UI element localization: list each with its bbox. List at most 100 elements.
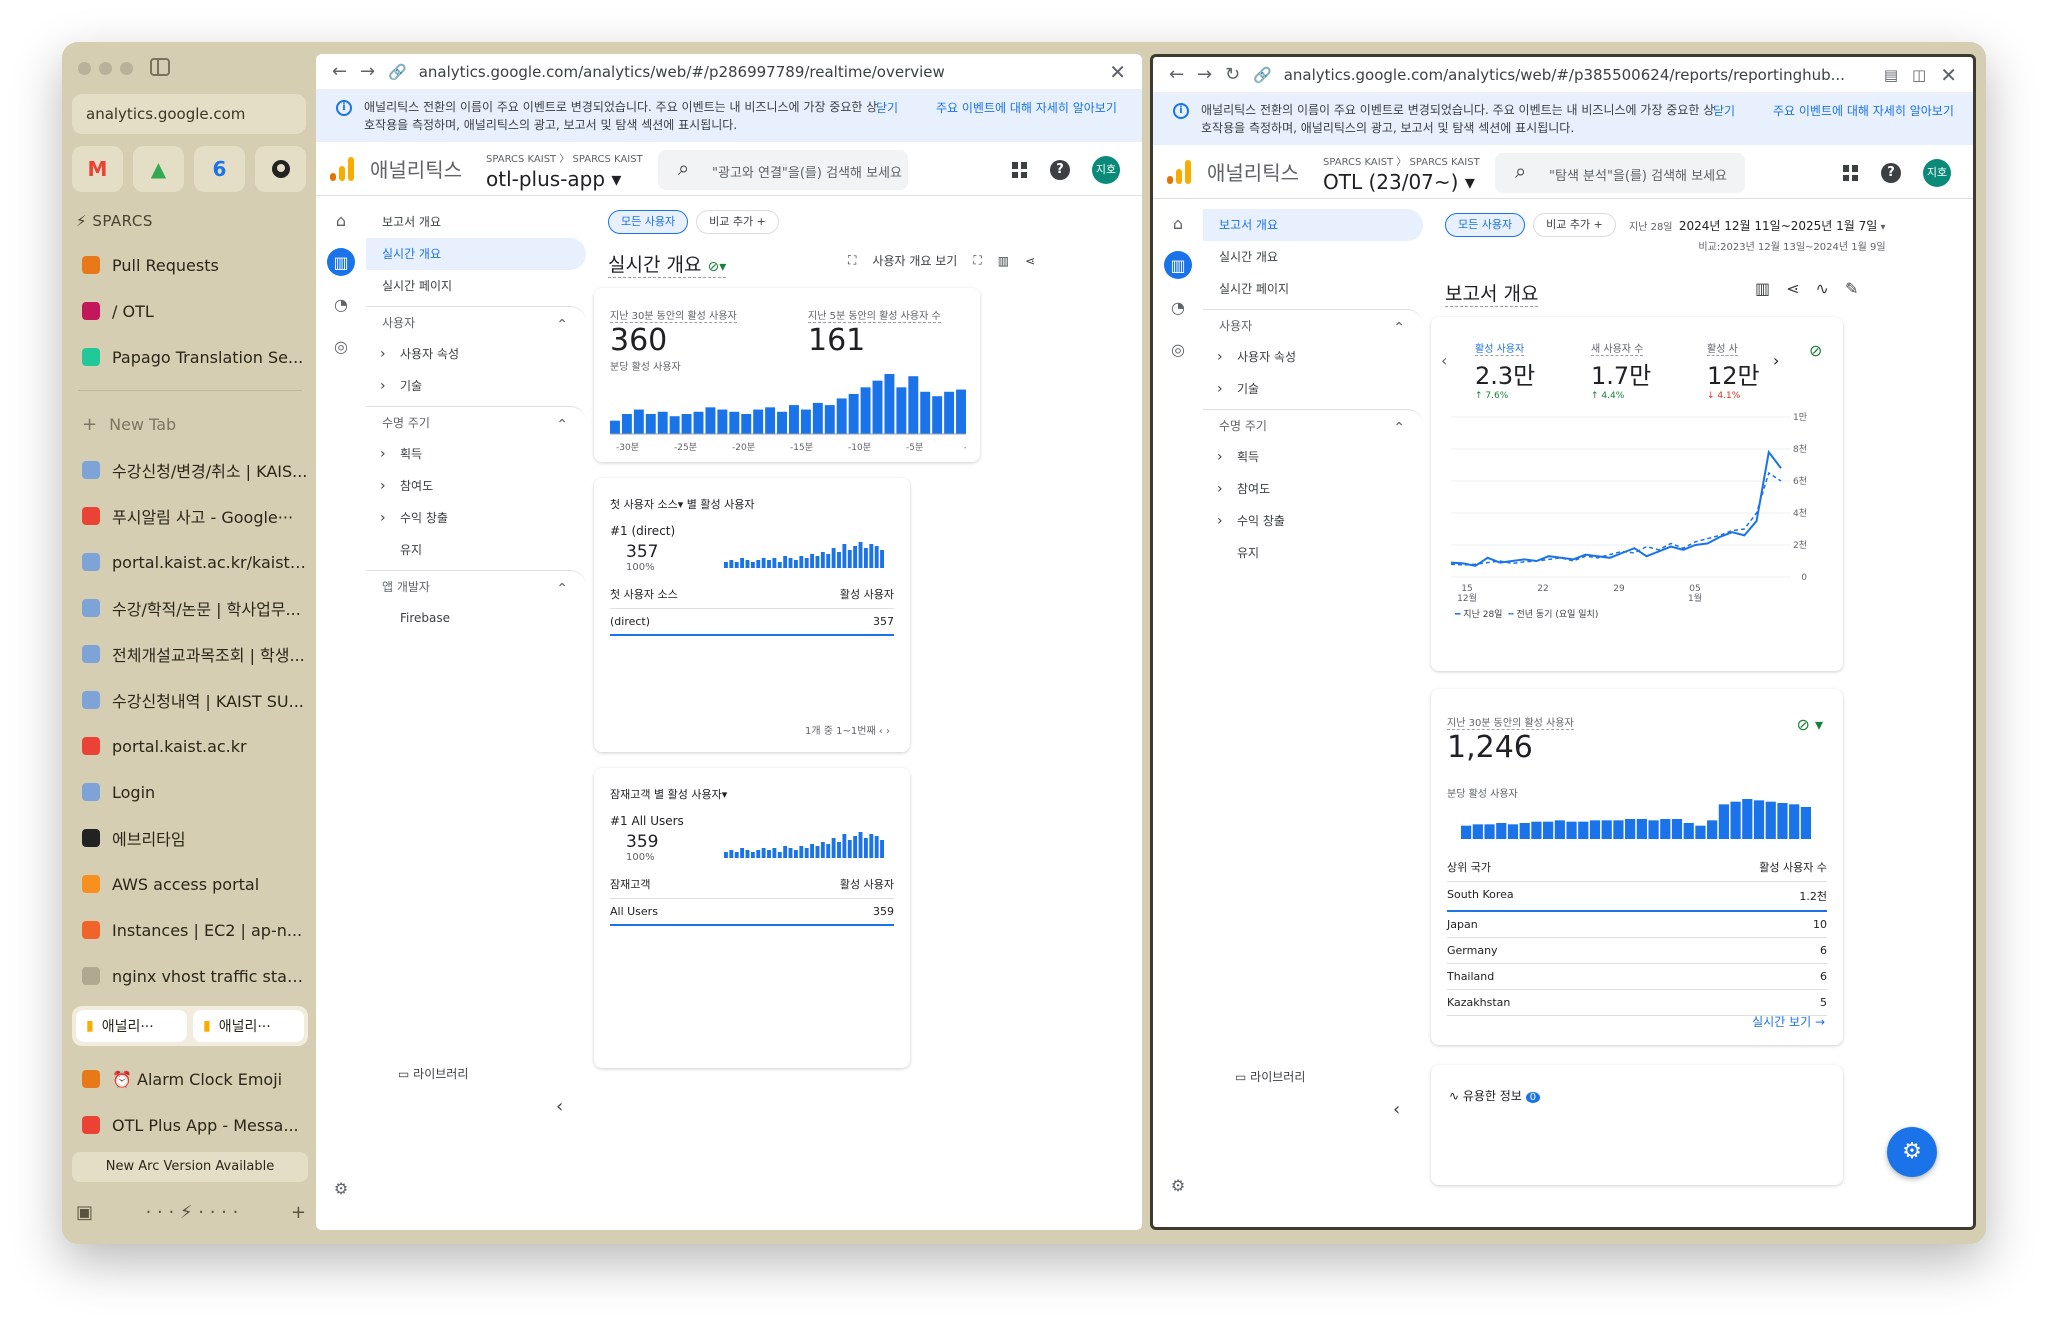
advertising-icon[interactable]: ◎ (1164, 335, 1192, 363)
split-tab-right[interactable]: ▮ 애널리··· (193, 1010, 304, 1042)
tab-item[interactable]: nginx vhost traffic stat... (72, 953, 308, 999)
banner-close-link[interactable]: 닫기 (1713, 102, 1735, 119)
account-picker[interactable]: SPARCS KAIST 〉 SPARCS KAIST OTL (23/07~)… (1323, 153, 1480, 194)
nav-firebase[interactable]: Firebase (366, 602, 586, 634)
check-icon[interactable]: ⊘▾ (708, 259, 727, 275)
tab-item[interactable]: portal.kaist.ac.kr (72, 723, 308, 769)
table-row[interactable]: (direct) 357 (610, 609, 894, 636)
collapse-nav-icon[interactable]: ‹ (556, 1096, 563, 1117)
space-dots[interactable]: · · · ⚡ · · · · (146, 1202, 239, 1223)
gmail-icon[interactable]: M (72, 146, 123, 192)
all-users-chip[interactable]: 모든 사용자 (608, 210, 689, 234)
help-icon[interactable]: ? (1881, 163, 1901, 183)
banner-close-link[interactable]: 닫기 (876, 99, 898, 116)
add-space-icon[interactable]: + (291, 1202, 306, 1223)
table-row[interactable]: South Korea 1.2천 (1447, 882, 1827, 912)
explore-icon[interactable]: ◔ (327, 290, 355, 318)
tab-item[interactable]: portal.kaist.ac.kr/kaist/... (72, 539, 308, 585)
window-controls[interactable] (78, 62, 133, 75)
table-row[interactable]: Germany 6 (1447, 938, 1827, 964)
table-row[interactable]: Thailand 6 (1447, 964, 1827, 990)
right-url[interactable]: analytics.google.com/analytics/web/#/p38… (1272, 66, 1884, 84)
split-view-icon[interactable]: ◫ (1912, 66, 1926, 84)
nav-monetization[interactable]: 수익 창출 (366, 502, 586, 534)
home-icon[interactable]: ⌂ (327, 206, 355, 234)
tab-item[interactable]: Instances | EC2 | ap-n... (72, 907, 308, 953)
view-realtime-link[interactable]: 실시간 보기 → (1752, 1013, 1825, 1030)
reader-icon[interactable]: ▤ (1884, 66, 1898, 84)
source-card-heading[interactable]: 첫 사용자 소스▾ 별 활성 사용자 (610, 496, 754, 512)
date-range-picker[interactable]: 지난 28일 2024년 12월 11일~2025년 1월 7일 ▾ 비교:20… (1629, 217, 1886, 253)
new-version-button[interactable]: New Arc Version Available (72, 1152, 308, 1182)
forward-icon[interactable]: → (1197, 64, 1225, 85)
new-tab-button[interactable]: + New Tab (72, 401, 308, 447)
nav-engagement[interactable]: 참여도 (1203, 473, 1423, 505)
kpi-metric[interactable]: 활성 사 12만 ↓ 4.1% (1707, 337, 1811, 401)
search-input[interactable]: "광고와 연결"을(를) 검색해 보세요 (658, 150, 908, 190)
share-icon[interactable]: ⋖ (1786, 279, 1799, 298)
tab-item[interactable]: 수강신청/변경/취소 | KAIS... (72, 447, 308, 493)
github-icon[interactable] (255, 146, 306, 192)
nav-app-dev-section[interactable]: 앱 개발자 (366, 570, 586, 605)
search-input[interactable]: "탐색 분석"을(를) 검색해 보세요 (1495, 153, 1745, 193)
banner-more-link[interactable]: 주요 이벤트에 대해 자세히 알아보기 (1773, 102, 1954, 119)
tab-item[interactable]: 에브리타임 (72, 815, 308, 861)
tab-item[interactable]: 수강신청내역 | KAIST SU... (72, 677, 308, 723)
share-icon[interactable]: ⋖ (1025, 254, 1035, 268)
nav-user-attributes[interactable]: 사용자 속성 (366, 338, 586, 370)
reload-icon[interactable]: ↻ (1225, 64, 1253, 85)
back-icon[interactable]: ← (1169, 64, 1197, 85)
nav-engagement[interactable]: 참여도 (366, 470, 586, 502)
all-users-chip[interactable]: 모든 사용자 (1445, 213, 1526, 237)
nav-library[interactable]: ▭ 라이브러리 (382, 1058, 468, 1090)
tab-item[interactable]: 전체개설교과목조회 | 학생... (72, 631, 308, 677)
tab-item[interactable]: / OTL (72, 288, 308, 334)
forward-icon[interactable]: → (360, 61, 388, 82)
kpi-metric[interactable]: 새 사용자 수 1.7만 ↑ 4.4% (1591, 337, 1695, 401)
check-dropdown-icon[interactable]: ⊘ ▾ (1796, 715, 1823, 734)
help-icon[interactable]: ? (1050, 160, 1070, 180)
apps-grid-icon[interactable] (1012, 162, 1028, 178)
banner-more-link[interactable]: 주요 이벤트에 대해 자세히 알아보기 (936, 99, 1117, 116)
nav-lifecycle-section[interactable]: 수명 주기 (366, 406, 586, 441)
split-tab-left[interactable]: ▮ 애널리··· (76, 1010, 187, 1042)
back-icon[interactable]: ← (332, 61, 360, 82)
avatar[interactable]: 지호 (1923, 159, 1951, 187)
tab-item[interactable]: Login (72, 769, 308, 815)
table-row[interactable]: Japan 10 (1447, 912, 1827, 938)
pagination[interactable]: 1개 중 1~1번째 ‹ › (805, 722, 890, 737)
tab-item[interactable]: 수강/학적/논문 | 학사업무... (72, 585, 308, 631)
active-split-tabs[interactable]: ▮ 애널리··· ▮ 애널리··· (72, 1006, 308, 1046)
close-pane-icon[interactable]: ✕ (1109, 60, 1126, 84)
settings-gear-icon[interactable]: ⚙ (327, 1174, 355, 1202)
next-metric-icon[interactable]: › (1773, 351, 1779, 370)
kpi-metric[interactable]: 활성 사용자 2.3만 ↑ 7.6% (1475, 337, 1579, 401)
audience-card-heading[interactable]: 잠재고객 별 활성 사용자▾ (610, 786, 727, 802)
compare-icon[interactable]: ▥ (1755, 279, 1770, 298)
nav-realtime-page[interactable]: 실시간 페이지 (366, 270, 586, 302)
edit-icon[interactable]: ✎ (1845, 279, 1858, 298)
nav-realtime-page[interactable]: 실시간 페이지 (1203, 273, 1423, 305)
tab-item[interactable]: Papago Translation Se... (72, 334, 308, 380)
tab-item[interactable]: ⏰ Alarm Clock Emoji (72, 1056, 308, 1102)
drive-icon[interactable]: ▲ (133, 146, 184, 192)
user-snapshot-icon[interactable]: ⛶ (848, 253, 856, 268)
check-icon[interactable]: ⊘ (1809, 341, 1822, 360)
nav-lifecycle-section[interactable]: 수명 주기 (1203, 409, 1423, 444)
sidebar-url-bar[interactable]: analytics.google.com (72, 94, 306, 134)
left-url[interactable]: analytics.google.com/analytics/web/#/p28… (407, 63, 1110, 81)
settings-gear-icon[interactable]: ⚙ (1164, 1171, 1192, 1199)
nav-realtime[interactable]: 실시간 개요 (1203, 241, 1423, 273)
insights-icon[interactable]: ∿ (1816, 279, 1829, 298)
nav-retention[interactable]: 유지 (366, 534, 586, 566)
nav-tech[interactable]: 기술 (366, 370, 586, 402)
settings-fab-icon[interactable]: ⚙ (1887, 1127, 1937, 1177)
add-comparison-chip[interactable]: 비교 추가 + (1533, 213, 1616, 237)
close-pane-icon[interactable]: ✕ (1940, 63, 1957, 87)
fullscreen-icon[interactable]: ⛶ (973, 253, 981, 268)
reports-icon[interactable]: ▥ (327, 248, 355, 276)
collapse-nav-icon[interactable]: ‹ (1393, 1099, 1400, 1120)
avatar[interactable]: 지호 (1092, 156, 1120, 184)
nav-realtime[interactable]: 실시간 개요 (366, 238, 586, 270)
tab-item[interactable]: 푸시알림 사고 - Google··· (72, 493, 308, 539)
